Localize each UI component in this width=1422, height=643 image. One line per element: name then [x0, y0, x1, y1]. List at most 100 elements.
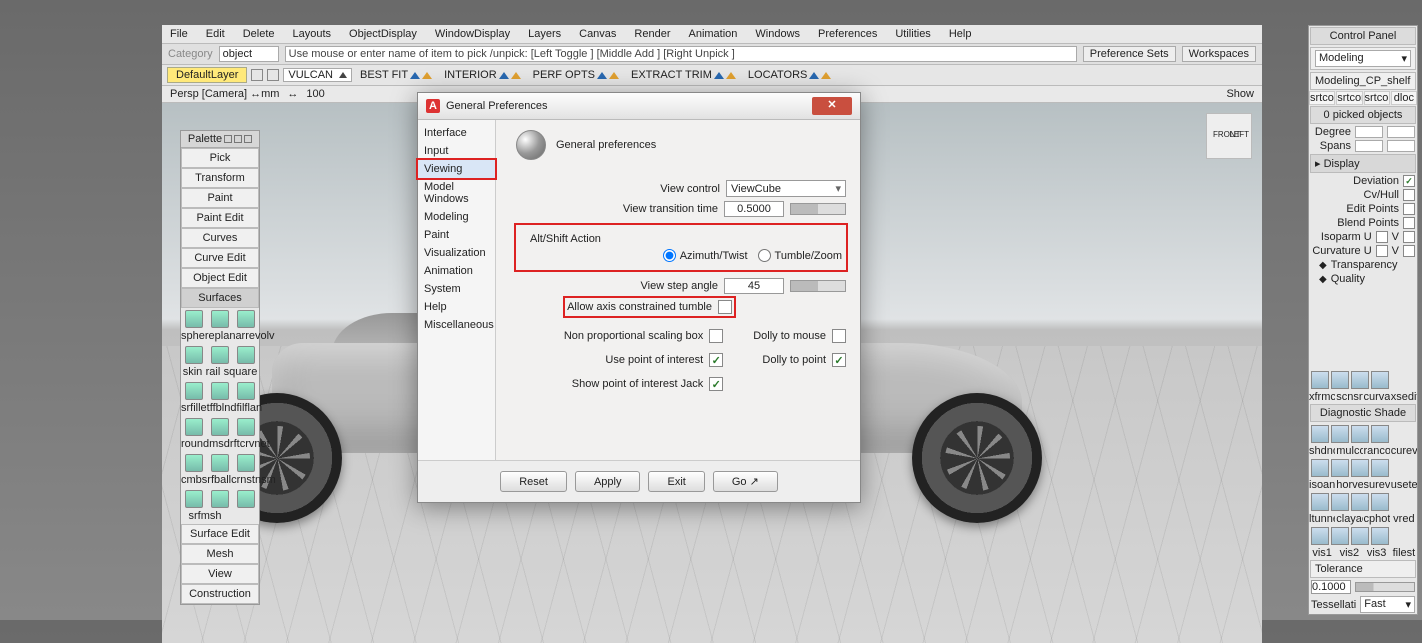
panel-icon[interactable]: [1351, 527, 1369, 545]
side-misc[interactable]: Miscellaneous: [418, 316, 495, 334]
panel-icon[interactable]: [1351, 459, 1369, 477]
palette-view[interactable]: View: [181, 564, 259, 584]
panel-icon[interactable]: [1331, 493, 1349, 511]
display-checkbox[interactable]: [1403, 175, 1415, 187]
close-button[interactable]: ✕: [812, 97, 852, 115]
menu-edit[interactable]: Edit: [206, 28, 225, 40]
side-help[interactable]: Help: [418, 298, 495, 316]
tool-icon[interactable]: [185, 418, 203, 436]
layer-sym-icon[interactable]: [267, 69, 279, 81]
panel-icon[interactable]: [1331, 371, 1349, 389]
menu-objectdisplay[interactable]: ObjectDisplay: [349, 28, 417, 40]
transition-input[interactable]: [724, 201, 784, 217]
panel-icon[interactable]: [1371, 493, 1389, 511]
side-interface[interactable]: Interface: [418, 124, 495, 142]
go-button[interactable]: Go ↗: [713, 471, 778, 492]
shelftab-4[interactable]: dloc: [1391, 91, 1417, 105]
shelf-bestfit[interactable]: BEST FIT: [356, 68, 436, 82]
palette-objedit[interactable]: Object Edit: [181, 268, 259, 288]
tool-icon[interactable]: [211, 382, 229, 400]
pick-prompt[interactable]: [285, 46, 1077, 62]
transparency-label[interactable]: Transparency: [1331, 259, 1398, 271]
panel-icon[interactable]: [1311, 459, 1329, 477]
shelftab-3[interactable]: srtcon: [1364, 91, 1390, 105]
checkbox[interactable]: [832, 329, 846, 343]
tool-icon[interactable]: [237, 382, 255, 400]
panel-icon[interactable]: [1371, 459, 1389, 477]
palette-paintedit[interactable]: Paint Edit: [181, 208, 259, 228]
tool-icon[interactable]: [237, 490, 255, 508]
side-visualization[interactable]: Visualization: [418, 244, 495, 262]
viewcube[interactable]: FRONT LEFT: [1206, 113, 1252, 159]
tool-icon[interactable]: [185, 346, 203, 364]
checkbox[interactable]: [709, 377, 723, 391]
exit-button[interactable]: Exit: [648, 471, 704, 492]
palette-mesh[interactable]: Mesh: [181, 544, 259, 564]
stepangle-slider[interactable]: [790, 280, 846, 292]
show-button[interactable]: Show: [1226, 88, 1254, 100]
workspaces-button[interactable]: Workspaces: [1182, 46, 1256, 62]
menu-animation[interactable]: Animation: [689, 28, 738, 40]
degree-box2[interactable]: [1387, 126, 1415, 138]
category-input[interactable]: [219, 46, 279, 62]
panel-icon[interactable]: [1311, 425, 1329, 443]
tool-icon[interactable]: [237, 310, 255, 328]
panel-icon[interactable]: [1351, 371, 1369, 389]
reset-button[interactable]: Reset: [500, 471, 567, 492]
panel-icon[interactable]: [1311, 493, 1329, 511]
display-checkbox[interactable]: [1403, 203, 1415, 215]
tool-icon[interactable]: [185, 310, 203, 328]
panel-icon[interactable]: [1331, 527, 1349, 545]
viewcontrol-combo[interactable]: ViewCube: [726, 180, 846, 197]
degree-box[interactable]: [1355, 126, 1383, 138]
checkbox[interactable]: [709, 329, 723, 343]
dialog-titlebar[interactable]: A General Preferences ✕: [418, 93, 860, 120]
palette-surfaces[interactable]: Surfaces: [181, 288, 259, 308]
tess-combo[interactable]: Fast▾: [1360, 596, 1415, 613]
menu-layouts[interactable]: Layouts: [293, 28, 332, 40]
tolerance-slider[interactable]: [1355, 582, 1415, 592]
modeling-combo[interactable]: Modeling▾: [1315, 50, 1411, 67]
tool-icon[interactable]: [237, 346, 255, 364]
side-input[interactable]: Input: [418, 142, 495, 160]
side-animation[interactable]: Animation: [418, 262, 495, 280]
default-layer[interactable]: DefaultLayer: [167, 67, 247, 83]
palette-transform[interactable]: Transform: [181, 168, 259, 188]
tool-icon[interactable]: [211, 310, 229, 328]
tumble-radio[interactable]: [758, 249, 771, 262]
display-checkbox[interactable]: [1376, 231, 1388, 243]
layer-new-icon[interactable]: [251, 69, 263, 81]
azimuth-radio[interactable]: [663, 249, 676, 262]
palette-pick[interactable]: Pick: [181, 148, 259, 168]
tool-icon[interactable]: [185, 382, 203, 400]
quality-label[interactable]: Quality: [1331, 273, 1365, 285]
shelftab-1[interactable]: srtcon: [1309, 91, 1335, 105]
stepangle-input[interactable]: [724, 278, 784, 294]
tool-icon[interactable]: [211, 454, 229, 472]
menu-windows[interactable]: Windows: [755, 28, 800, 40]
menu-layers[interactable]: Layers: [528, 28, 561, 40]
panel-icon[interactable]: [1351, 493, 1369, 511]
menu-utilities[interactable]: Utilities: [895, 28, 930, 40]
panel-icon[interactable]: [1311, 371, 1329, 389]
palette-construction[interactable]: Construction: [181, 584, 259, 604]
menu-help[interactable]: Help: [949, 28, 972, 40]
preference-sets-button[interactable]: Preference Sets: [1083, 46, 1176, 62]
menu-delete[interactable]: Delete: [243, 28, 275, 40]
shelf-locators[interactable]: LOCATORS: [744, 68, 836, 82]
panel-icon[interactable]: [1371, 425, 1389, 443]
side-system[interactable]: System: [418, 280, 495, 298]
palette-header[interactable]: Palette: [181, 131, 259, 148]
spans-box[interactable]: [1355, 140, 1383, 152]
display-checkbox-v[interactable]: [1403, 245, 1415, 257]
panel-icon[interactable]: [1311, 527, 1329, 545]
tool-icon[interactable]: [237, 454, 255, 472]
menu-render[interactable]: Render: [634, 28, 670, 40]
spans-box2[interactable]: [1387, 140, 1415, 152]
apply-button[interactable]: Apply: [575, 471, 641, 492]
display-checkbox[interactable]: [1403, 217, 1415, 229]
side-modeling[interactable]: Modeling: [418, 208, 495, 226]
palette-paint[interactable]: Paint: [181, 188, 259, 208]
palette-surfaceedit[interactable]: Surface Edit: [181, 524, 259, 544]
side-modelwindows[interactable]: Model Windows: [418, 178, 495, 208]
